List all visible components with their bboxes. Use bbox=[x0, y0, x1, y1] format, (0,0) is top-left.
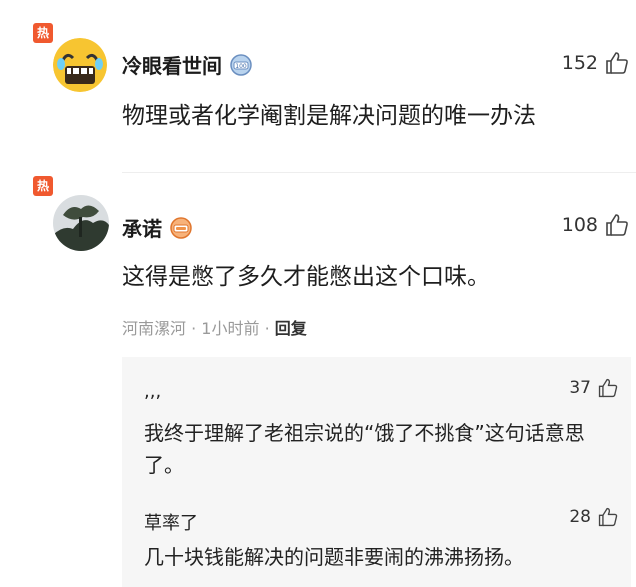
reply-username[interactable]: ,,, bbox=[144, 381, 161, 402]
reply-button[interactable]: 回复 bbox=[275, 319, 307, 338]
divider bbox=[122, 172, 636, 173]
thumbs-up-icon bbox=[606, 214, 628, 236]
comment-meta: 河南漯河 · 1小时前 · 回复 bbox=[122, 319, 307, 338]
like-count: 152 bbox=[561, 52, 598, 74]
like-button[interactable]: 108 bbox=[562, 212, 630, 238]
replies-box: ,,, 37 我终于理解了老祖宗说的“饿了不挑食”这句话意思了。 草率了 28 … bbox=[122, 357, 631, 587]
level-badge-icon bbox=[170, 216, 192, 239]
comment-header: 冷眼看世间 100 bbox=[122, 50, 252, 79]
username[interactable]: 冷眼看世间 bbox=[122, 50, 222, 79]
hot-badge: 热 bbox=[33, 23, 53, 43]
laughing-emoji-avatar-icon bbox=[53, 38, 107, 92]
comment-header: 承诺 bbox=[122, 213, 192, 242]
avatar[interactable] bbox=[53, 38, 107, 92]
location: 河南漯河 bbox=[122, 319, 187, 338]
reply-like-count: 37 bbox=[569, 378, 591, 398]
thumbs-up-icon bbox=[598, 507, 618, 527]
reply-username[interactable]: 草率了 bbox=[144, 509, 198, 535]
reply-like-count: 28 bbox=[569, 507, 591, 527]
tree-photo-avatar-icon bbox=[53, 195, 109, 251]
reply-like-button[interactable]: 37 bbox=[569, 377, 619, 399]
like-button[interactable]: 152 bbox=[562, 50, 630, 76]
hot-badge: 热 bbox=[33, 176, 53, 196]
reply-text: 我终于理解了老祖宗说的“饿了不挑食”这句话意思了。 bbox=[144, 421, 585, 477]
comment-text: 物理或者化学阉割是解决问题的唯一办法 bbox=[122, 103, 536, 129]
level-badge-icon: 100 bbox=[230, 53, 252, 76]
thumbs-up-icon bbox=[606, 52, 628, 74]
thumbs-up-icon bbox=[598, 378, 618, 398]
avatar[interactable] bbox=[53, 195, 109, 251]
like-count: 108 bbox=[561, 214, 598, 236]
username[interactable]: 承诺 bbox=[122, 213, 162, 242]
timestamp: 1小时前 bbox=[201, 319, 260, 338]
reply-text: 几十块钱能解决的问题非要闹的沸沸扬扬。 bbox=[144, 545, 524, 569]
comment-text: 这得是憋了多久才能憋出这个口味。 bbox=[122, 264, 490, 290]
level-badge-text: 100 bbox=[235, 63, 247, 70]
reply-like-button[interactable]: 28 bbox=[569, 506, 619, 528]
